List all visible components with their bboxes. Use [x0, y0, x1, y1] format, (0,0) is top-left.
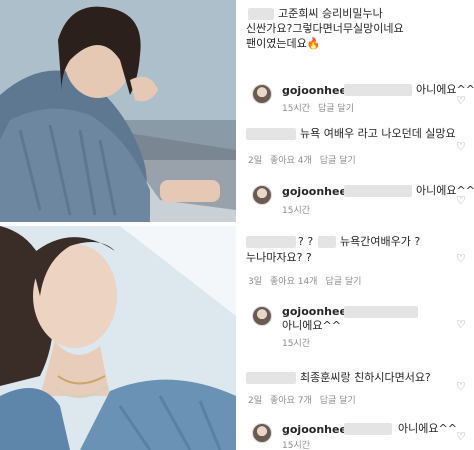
comment-1-line-1: 고준희씨 승리비밀누나: [278, 7, 383, 20]
reply-button[interactable]: 답글 달기: [318, 104, 354, 114]
blurred-mention: [344, 185, 412, 197]
comment-4-meta: 2일 좋아요 7개 답글 달기: [248, 393, 364, 406]
comment-3-meta: 3일 좋아요 14개 답글 달기: [248, 274, 369, 287]
comment-likes: 좋아요 4개: [270, 156, 312, 166]
reply-button[interactable]: 답글 달기: [320, 396, 356, 406]
comment-likes: 좋아요 7개: [270, 396, 312, 406]
heart-outline-icon[interactable]: ♡: [456, 94, 466, 107]
reply-username[interactable]: gojoonhee: [282, 185, 347, 198]
heart-outline-icon[interactable]: ♡: [456, 318, 466, 331]
comment-time: 2일: [248, 396, 263, 406]
comment-3-question-marks: ? ?: [298, 235, 314, 248]
photo-top-illustration: [0, 0, 236, 222]
blurred-mention: [344, 423, 392, 435]
reply-meta: 15시간: [282, 203, 326, 216]
avatar[interactable]: [252, 423, 272, 443]
reply-username[interactable]: gojoonhee: [282, 84, 347, 97]
fire-emoji: 🔥: [306, 37, 321, 50]
comment-time: 2일: [248, 156, 263, 166]
reply-time: 15시간: [282, 441, 311, 450]
blurred-mention: [344, 306, 418, 318]
comments-panel: 고준희씨 승리비밀누나 신싼가요?그렇다면너무실망이네요 팬이였는데요🔥 goj…: [242, 0, 474, 450]
reply-time: 15시간: [282, 206, 311, 216]
comment-time: 3일: [248, 277, 263, 287]
heart-outline-icon[interactable]: ♡: [456, 194, 466, 207]
reply-username[interactable]: gojoonhee: [282, 423, 347, 436]
heart-outline-icon[interactable]: ♡: [456, 252, 466, 265]
comment-4-text: 최종훈씨랑 친하시다면서요?: [300, 371, 431, 384]
comment-1-line-3: 팬이였는데요🔥: [246, 37, 321, 50]
photo-bottom-illustration: [0, 226, 236, 450]
comment-likes: 좋아요 14개: [270, 277, 318, 287]
comment-3-line-1: 뉴욕간여배우가 ?: [340, 235, 421, 248]
comment-2-meta: 2일 좋아요 4개 답글 달기: [248, 153, 364, 166]
reply-button[interactable]: 답글 달기: [320, 156, 356, 166]
blurred-mention: [318, 236, 336, 248]
heart-outline-icon[interactable]: ♡: [456, 140, 466, 153]
comment-2-text: 뉴욕 여배우 라고 나오던데 실망요: [300, 127, 456, 140]
avatar[interactable]: [252, 306, 272, 326]
heart-outline-icon[interactable]: ♡: [456, 430, 466, 443]
heart-outline-icon[interactable]: ♡: [456, 380, 466, 393]
reply-text: 아니에요^^: [282, 319, 341, 332]
blurred-username: [248, 8, 274, 20]
comment-1-line-2: 신싼가요?그렇다면너무실망이네요: [246, 22, 404, 35]
reply-meta: 15시간: [282, 438, 326, 450]
avatar[interactable]: [252, 84, 272, 104]
reply-button[interactable]: 답글 달기: [325, 277, 361, 287]
photo-woman-denim-jacket: [0, 226, 236, 450]
reply-time: 15시간: [282, 104, 311, 114]
blurred-username: [246, 372, 296, 384]
blurred-username: [246, 128, 296, 140]
comment-3-line-2: 누나마자요? ?: [246, 251, 312, 264]
blurred-username: [246, 236, 296, 248]
reply-meta: 15시간: [282, 336, 326, 349]
reply-meta: 15시간 답글 달기: [282, 101, 362, 114]
photo-woman-knit-sweater: [0, 0, 236, 222]
reply-username[interactable]: gojoonhee: [282, 305, 347, 318]
avatar[interactable]: [252, 185, 272, 205]
reply-time: 15시간: [282, 339, 311, 349]
blurred-mention: [344, 84, 412, 96]
reply-text: 아니에요^^: [398, 422, 457, 435]
